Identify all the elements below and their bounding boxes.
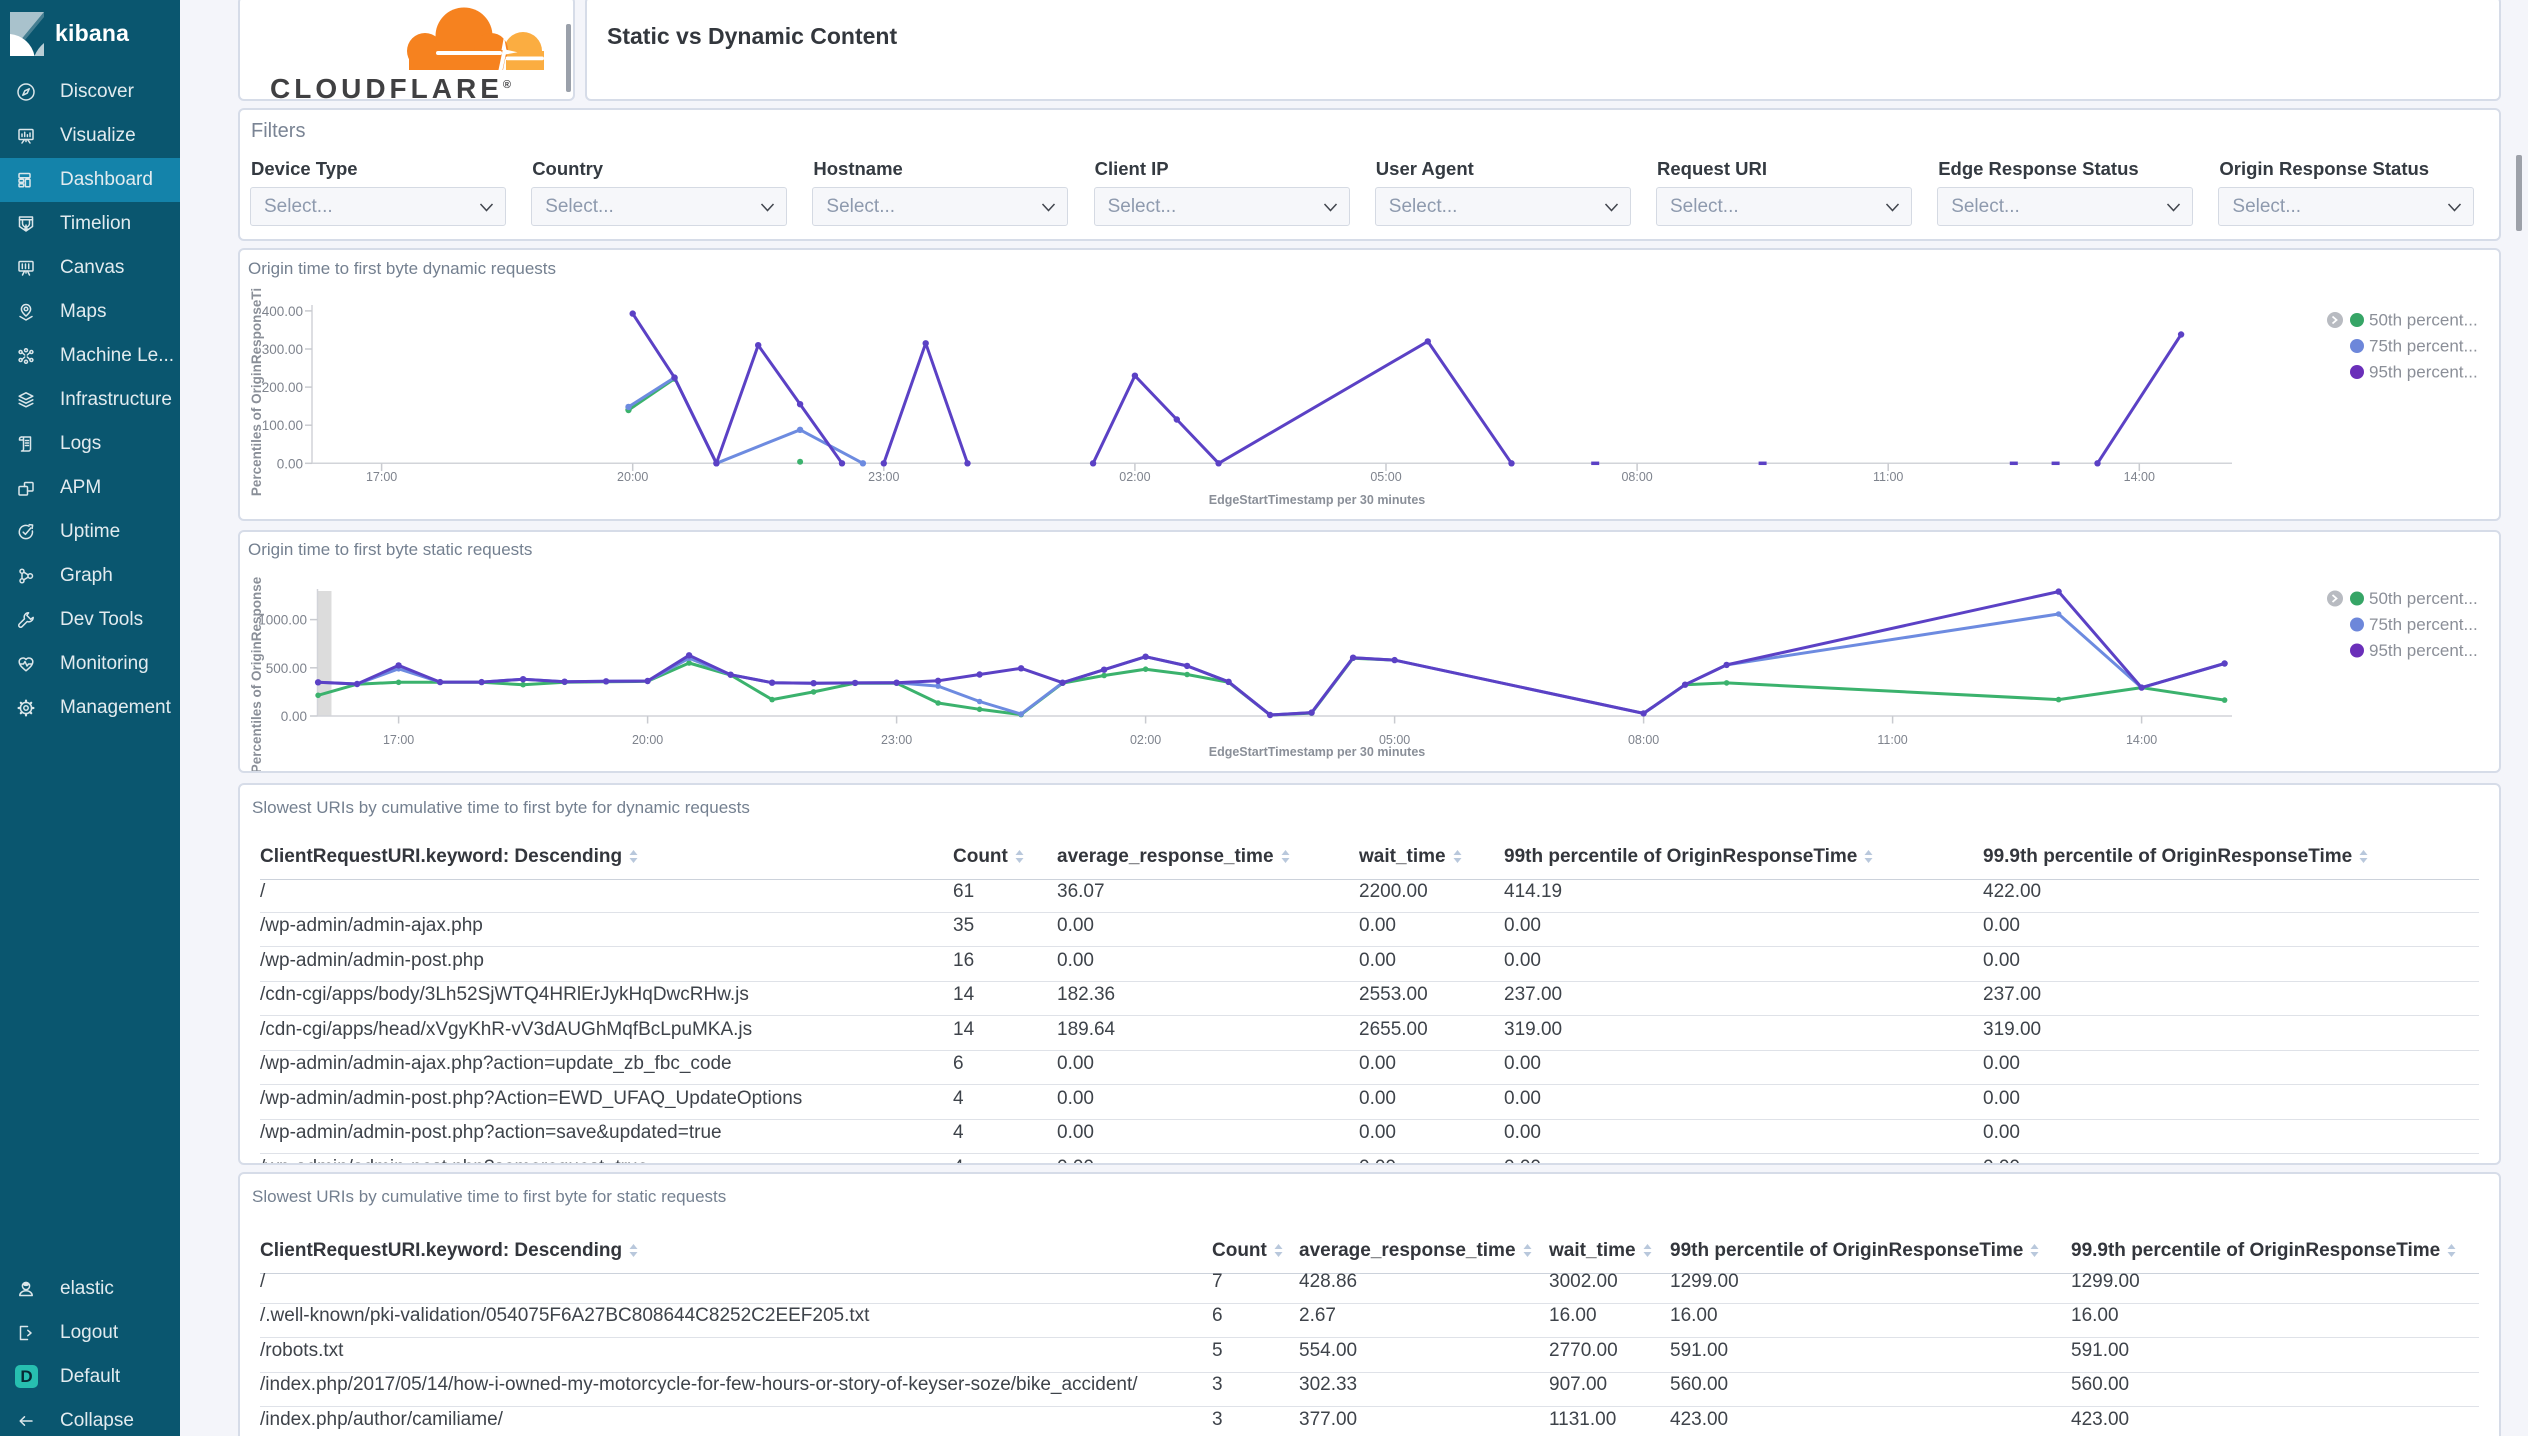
svg-text:20:00: 20:00 [617, 470, 648, 484]
svg-text:23:00: 23:00 [868, 470, 899, 484]
svg-text:11:00: 11:00 [1877, 733, 1907, 747]
svg-text:11:00: 11:00 [1873, 470, 1903, 484]
svg-text:100.00: 100.00 [262, 418, 303, 433]
svg-text:200.00: 200.00 [262, 380, 303, 395]
svg-text:75th percent...: 75th percent... [2369, 337, 2478, 356]
svg-text:14:00: 14:00 [2126, 733, 2157, 747]
svg-text:500.00: 500.00 [266, 661, 307, 676]
svg-text:08:00: 08:00 [1621, 470, 1652, 484]
svg-text:50th percent...: 50th percent... [2369, 589, 2478, 608]
svg-text:08:00: 08:00 [1628, 733, 1659, 747]
svg-text:95th percent...: 95th percent... [2369, 641, 2478, 660]
svg-text:0.00: 0.00 [281, 709, 307, 724]
svg-text:14:00: 14:00 [2124, 470, 2155, 484]
svg-text:Percentiles of OriginResponseT: Percentiles of OriginResponseTi [249, 288, 264, 496]
svg-text:75th percent...: 75th percent... [2369, 615, 2478, 634]
svg-text:17:00: 17:00 [366, 470, 397, 484]
svg-text:1000.00: 1000.00 [258, 613, 307, 628]
svg-text:95th percent...: 95th percent... [2369, 363, 2478, 382]
svg-text:400.00: 400.00 [262, 304, 303, 319]
svg-text:23:00: 23:00 [881, 733, 912, 747]
svg-text:300.00: 300.00 [262, 342, 303, 357]
svg-text:Percentiles of OriginResponse: Percentiles of OriginResponse [249, 576, 264, 771]
svg-text:05:00: 05:00 [1370, 470, 1401, 484]
svg-text:02:00: 02:00 [1119, 470, 1150, 484]
svg-text:EdgeStartTimestamp per 30 minu: EdgeStartTimestamp per 30 minutes [1209, 745, 1426, 759]
svg-text:50th percent...: 50th percent... [2369, 311, 2478, 330]
svg-text:0.00: 0.00 [277, 456, 303, 471]
svg-text:17:00: 17:00 [383, 733, 414, 747]
svg-text:02:00: 02:00 [1130, 733, 1161, 747]
svg-text:EdgeStartTimestamp per 30 minu: EdgeStartTimestamp per 30 minutes [1209, 493, 1426, 507]
svg-text:20:00: 20:00 [632, 733, 663, 747]
